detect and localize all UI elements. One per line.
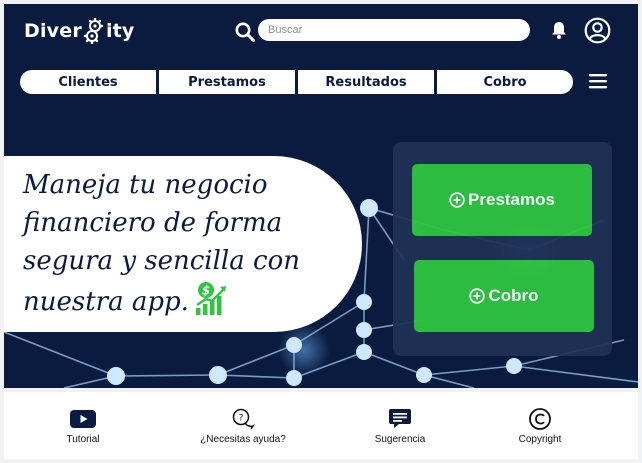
menu-icon[interactable] (588, 72, 608, 90)
bottom-item-tutorial[interactable]: Tutorial (46, 392, 120, 459)
plus-circle-icon (449, 192, 465, 208)
hero-line-3: segura y sencilla con (23, 246, 300, 276)
help-chat-icon: ? (232, 408, 256, 430)
user-icon[interactable] (584, 17, 611, 44)
cobro-button-label: Cobro (488, 286, 539, 305)
tab-prestamos[interactable]: Prestamos (159, 70, 295, 94)
tab-cobro[interactable]: Cobro (437, 70, 573, 94)
action-panel: Prestamos Cobro (393, 142, 612, 356)
logo-gears-icon (83, 18, 104, 44)
hero-text: Maneja tu negocio financiero de forma se… (23, 166, 343, 321)
bottom-item-copyright[interactable]: Copyright (504, 392, 576, 459)
hero-line-1: Maneja tu negocio (23, 170, 268, 200)
bottom-item-sugerencia[interactable]: Sugerencia (364, 392, 436, 459)
tab-clientes[interactable]: Clientes (20, 70, 156, 94)
search-input[interactable] (258, 19, 530, 41)
bottom-label-tutorial: Tutorial (66, 434, 100, 445)
svg-text:$: $ (202, 284, 210, 298)
cobro-button[interactable]: Cobro (414, 260, 594, 332)
prestamos-button[interactable]: Prestamos (412, 164, 592, 236)
svg-text:?: ? (239, 414, 244, 424)
play-icon (70, 410, 96, 428)
bottom-label-ayuda: ¿Necesitas ayuda? (200, 434, 286, 445)
bottom-item-ayuda[interactable]: ? ¿Necesitas ayuda? (188, 392, 298, 459)
suggestion-icon (389, 409, 411, 428)
logo-text-suffix: ity (105, 20, 135, 42)
logo-text-prefix: Diver (24, 20, 82, 42)
hero-line-2: financiero de forma (23, 208, 283, 238)
hero-line-4: nuestra app. (23, 287, 189, 317)
copyright-icon (529, 408, 551, 430)
bottom-label-copyright: Copyright (518, 434, 562, 445)
app-root: Diver ity Buscar Clientes Prestamos Resu… (0, 0, 642, 463)
bottom-nav: Tutorial ? ¿Necesitas ayuda? Sugerencia (4, 392, 638, 459)
money-growth-icon: $ (195, 282, 226, 315)
main-nav: Clientes Prestamos Resultados Cobro (20, 70, 573, 94)
tab-resultados[interactable]: Resultados (298, 70, 434, 94)
header: Diver ity Buscar Clientes Prestamos Resu… (4, 4, 638, 388)
plus-circle-icon (469, 288, 486, 304)
brand-logo[interactable]: Diver ity (24, 18, 135, 44)
prestamos-button-label: Prestamos (468, 190, 555, 209)
hero-line-4-wrap: nuestra app. $ (23, 280, 343, 321)
search-icon[interactable] (234, 21, 256, 43)
bell-icon[interactable] (550, 20, 568, 40)
hero-banner: Maneja tu negocio financiero de forma se… (4, 156, 362, 332)
bottom-label-sugerencia: Sugerencia (374, 434, 426, 445)
